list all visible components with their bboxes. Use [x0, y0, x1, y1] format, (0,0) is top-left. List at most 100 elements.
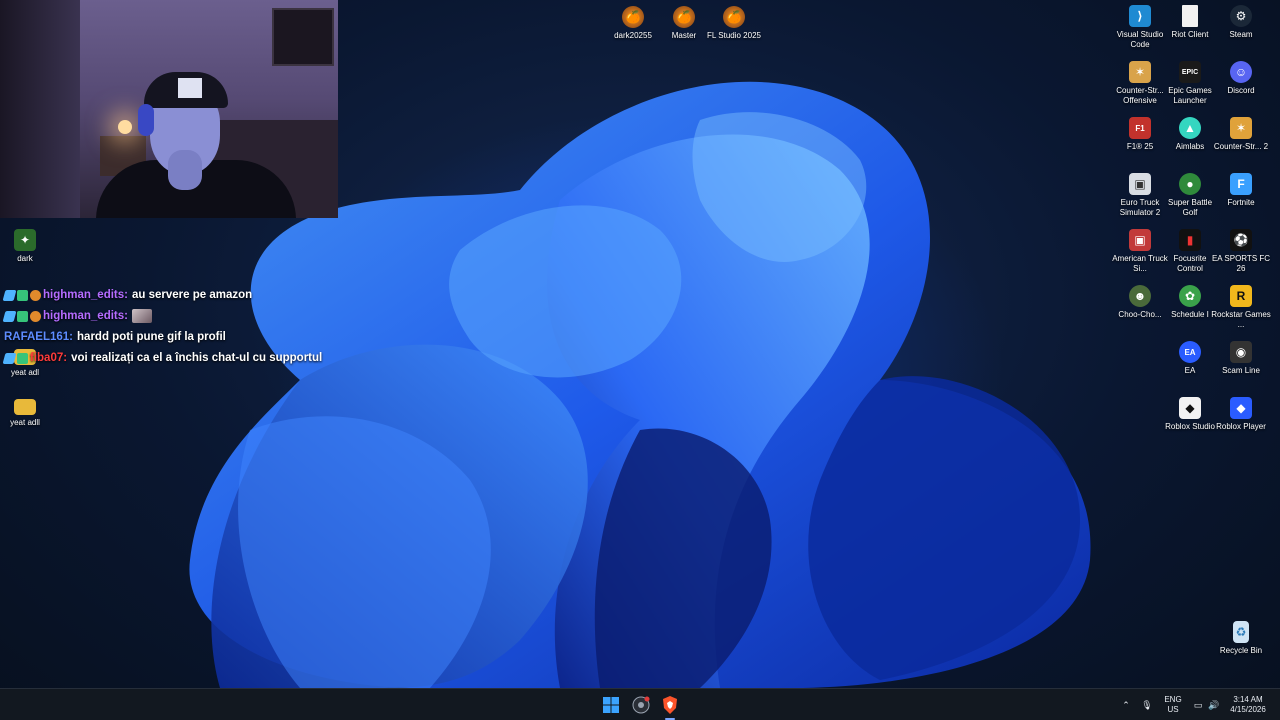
badge-icon — [2, 289, 17, 301]
desktop-icon-master[interactable]: 🍊 Master — [659, 6, 709, 41]
desktop-icon-roblox-studio[interactable]: ◆ Roblox Studio — [1165, 397, 1215, 432]
desktop-icon-super-battle-golf[interactable]: ● Super Battle Golf — [1165, 173, 1215, 218]
rockstar-icon: R — [1230, 285, 1252, 307]
desktop-icon-epic[interactable]: EPIC Epic Games Launcher — [1165, 61, 1215, 106]
desktop-icon-ats[interactable]: ▣ American Truck Si... — [1112, 229, 1168, 274]
chat-message: highman_edits: au servere pe amazon — [2, 286, 253, 304]
chat-text: hardd poti pune gif la profil — [77, 331, 226, 343]
taskbar-app-brave[interactable] — [659, 694, 681, 716]
focusrite-icon: ▮ — [1179, 229, 1201, 251]
desktop-icon-label: Roblox Player — [1216, 422, 1266, 431]
discord-icon: ☺ — [1230, 61, 1252, 83]
roblox-icon: ◆ — [1230, 397, 1252, 419]
badge-icon — [17, 352, 28, 364]
desktop-icon-riot-client[interactable]: Riot Client — [1165, 5, 1215, 40]
taskbar-app-obs[interactable] — [630, 694, 652, 716]
epic-icon: EPIC — [1179, 61, 1201, 83]
chat-message: fiba07: voi realizați ca el a închis cha… — [2, 349, 323, 367]
tray-overflow-chevron-icon[interactable]: ⌃ — [1118, 689, 1134, 720]
language-indicator[interactable]: ENG US — [1160, 695, 1186, 715]
desktop-icon-ets2[interactable]: ▣ Euro Truck Simulator 2 — [1115, 173, 1165, 218]
fc-icon: ⚽ — [1230, 229, 1252, 251]
desktop-icon-csgo[interactable]: ✶ Counter-Str... Offensive — [1115, 61, 1165, 106]
chat-username: fiba07: — [30, 352, 68, 364]
desktop-icon-cs2[interactable]: ✶ Counter-Str... 2 — [1214, 117, 1268, 152]
aimlabs-icon: ▲ — [1179, 117, 1201, 139]
desktop-icon-steam[interactable]: ⚙ Steam — [1216, 5, 1266, 40]
scam-icon: ◉ — [1230, 341, 1252, 363]
obs-icon — [632, 696, 650, 714]
desktop-icon-f1[interactable]: F1 F1® 25 — [1115, 117, 1165, 152]
ea-icon: EA — [1179, 341, 1201, 363]
f1-icon: F1 — [1129, 117, 1151, 139]
game-icon: ✦ — [14, 229, 36, 251]
chat-username: highman_edits: — [43, 289, 128, 301]
badge-icon — [17, 289, 28, 301]
chat-username: highman_edits: — [43, 310, 128, 322]
badge-icon — [30, 310, 41, 322]
desktop-icon-label: Rockstar Games ... — [1211, 310, 1271, 329]
desktop-icon-label: EA SPORTS FC 26 — [1211, 254, 1271, 273]
desktop-icon-rockstar[interactable]: R Rockstar Games ... — [1211, 285, 1271, 330]
cs2-icon: ✶ — [1230, 117, 1252, 139]
microphone-icon[interactable]: 🎙 — [1139, 689, 1155, 720]
start-button[interactable] — [600, 694, 622, 716]
desktop-icon-dark[interactable]: ✦ dark — [0, 229, 50, 264]
file-icon — [1182, 5, 1198, 27]
fl-studio-icon: 🍊 — [622, 6, 644, 28]
chat-message: RAFAEL161: hardd poti pune gif la profil — [4, 328, 226, 346]
desktop-icon-discord[interactable]: ☺ Discord — [1216, 61, 1266, 96]
truck-icon: ▣ — [1129, 173, 1151, 195]
desktop-icon-recycle-bin[interactable]: ♻ Recycle Bin — [1216, 621, 1266, 656]
desktop-icon-label: yeat adl — [10, 368, 40, 377]
chat-text: au servere pe amazon — [131, 289, 253, 301]
taskbar: ⌃ 🎙 ENG US ▭ 🔊 3:14 AM 4/15/2026 — [0, 688, 1280, 720]
region-code: US — [1167, 705, 1179, 714]
headset — [138, 104, 154, 136]
desktop-icon-label: Scam Line — [1222, 366, 1260, 375]
badge-icon — [17, 310, 28, 322]
brave-icon — [663, 696, 677, 714]
golf-icon: ● — [1179, 173, 1201, 195]
desktop-icon-fc26[interactable]: ⚽ EA SPORTS FC 26 — [1212, 229, 1270, 274]
desktop-icon-fl-studio[interactable]: 🍊 FL Studio 2025 — [707, 6, 761, 41]
network-icon[interactable]: ▭ — [1191, 689, 1205, 720]
desktop-icon-label: Counter-Str... 2 — [1213, 142, 1269, 151]
schedule-icon: ✿ — [1179, 285, 1201, 307]
desktop-icon-aimlabs[interactable]: ▲ Aimlabs — [1165, 117, 1215, 152]
desktop-icon-label: FL Studio 2025 — [707, 31, 761, 40]
csgo-icon: ✶ — [1129, 61, 1151, 83]
clock-date: 4/15/2026 — [1230, 705, 1266, 714]
chat-text: voi realizați ca el a închis chat-ul cu … — [71, 352, 323, 364]
roblox-studio-icon: ◆ — [1179, 397, 1201, 419]
desktop-icon-focusrite[interactable]: ▮ Focusrite Control — [1165, 229, 1215, 274]
desktop-icon-ea[interactable]: EA EA — [1165, 341, 1215, 376]
desktop-icon-label: Steam — [1229, 30, 1253, 39]
volume-icon[interactable]: 🔊 — [1207, 689, 1221, 720]
desktop-icon-fortnite[interactable]: F Fortnite — [1216, 173, 1266, 208]
desktop-icon-choo-choo[interactable]: ☻ Choo-Cho... — [1115, 285, 1165, 320]
truck-icon: ▣ — [1129, 229, 1151, 251]
desktop-icon-schedule-i[interactable]: ✿ Schedule I — [1165, 285, 1215, 320]
desktop-icon-label: Discord — [1227, 86, 1255, 95]
desktop-icon-yeat-adll[interactable]: yeat adll — [0, 399, 50, 428]
desktop-icon-vscode[interactable]: ⟩ Visual Studio Code — [1115, 5, 1165, 50]
desktop-icon-roblox-player[interactable]: ◆ Roblox Player — [1216, 397, 1266, 432]
choo-icon: ☻ — [1129, 285, 1151, 307]
clock[interactable]: 3:14 AM 4/15/2026 — [1222, 695, 1274, 715]
chat-username: RAFAEL161: — [4, 331, 74, 343]
fl-studio-icon: 🍊 — [673, 6, 695, 28]
desktop-icon-scam-line[interactable]: ◉ Scam Line — [1216, 341, 1266, 376]
recycle-bin-icon: ♻ — [1233, 621, 1249, 643]
desktop-icon-dark20255[interactable]: 🍊 dark20255 — [608, 6, 658, 41]
emote-icon — [131, 309, 152, 323]
badge-icon — [2, 352, 17, 364]
desktop-icon-label: Fortnite — [1227, 198, 1255, 207]
badge-icon — [2, 310, 17, 322]
steam-icon: ⚙ — [1230, 5, 1252, 27]
language-code: ENG — [1164, 695, 1182, 704]
fortnite-icon: F — [1230, 173, 1252, 195]
folder-icon — [14, 399, 36, 415]
desktop: 🍊 dark20255 🍊 Master 🍊 FL Studio 2025 ✦ … — [0, 0, 1280, 688]
wall-picture — [272, 8, 334, 66]
